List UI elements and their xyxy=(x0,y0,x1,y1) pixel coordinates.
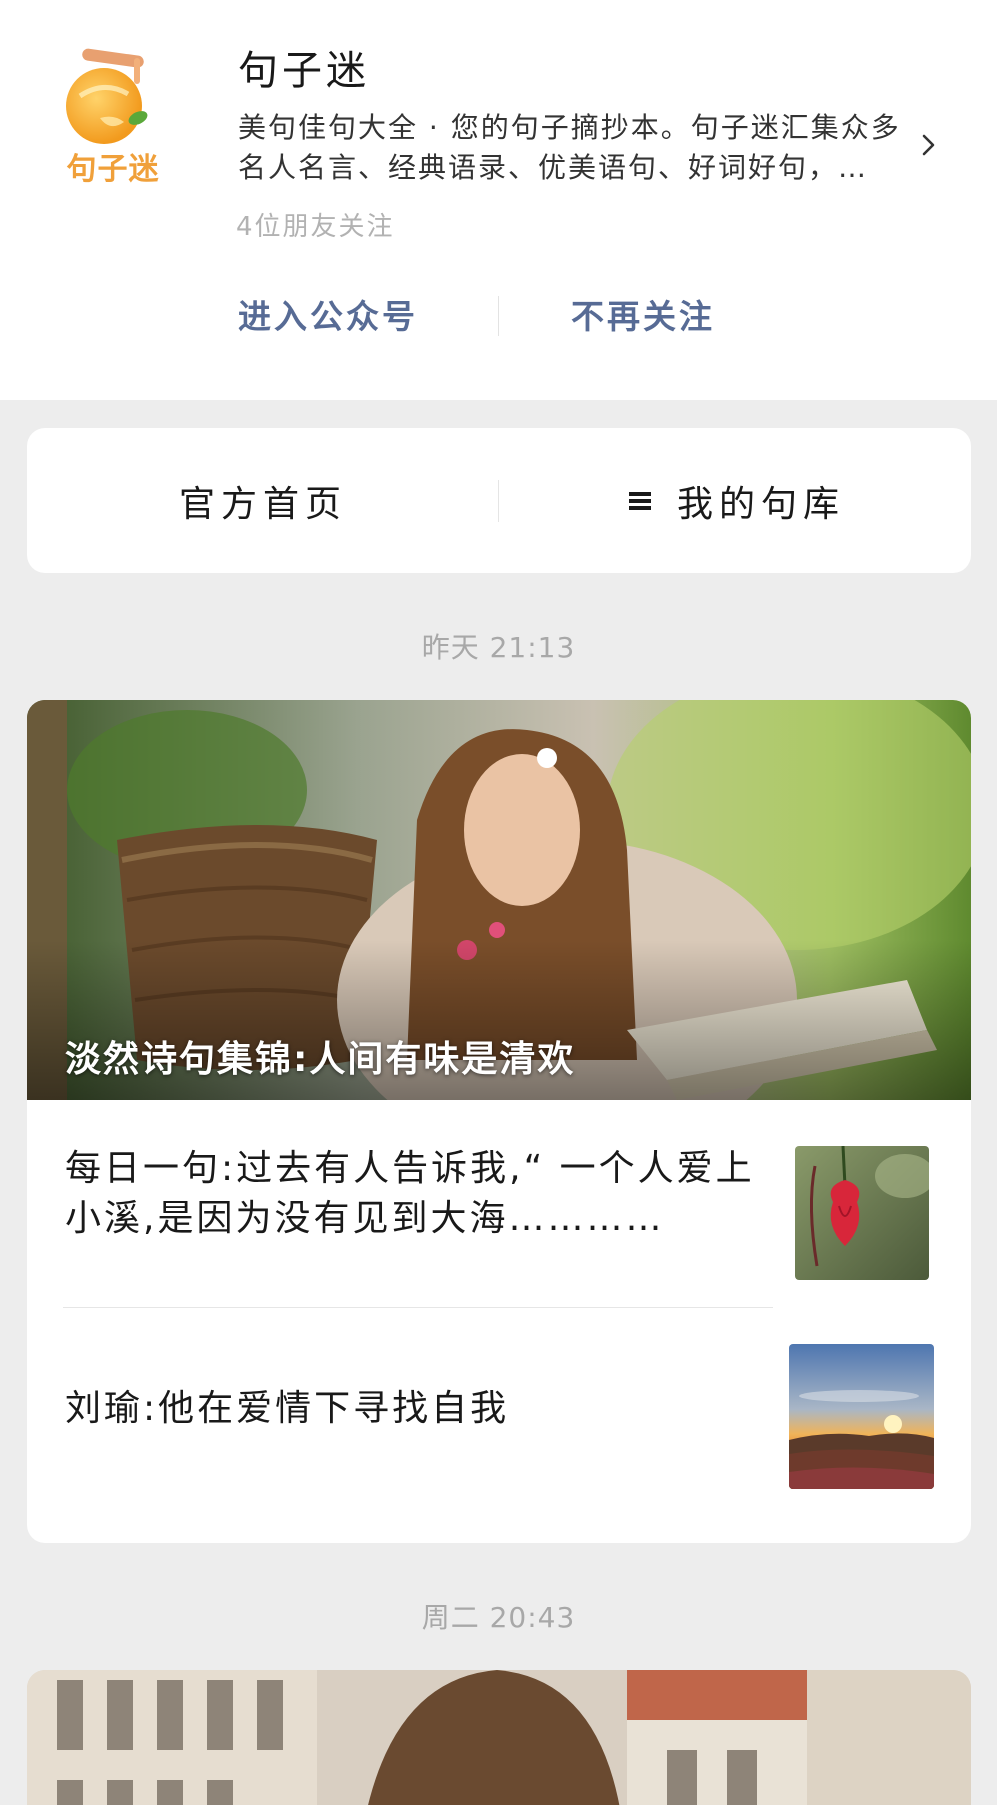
unfollow-button[interactable]: 不再关注 xyxy=(571,290,715,338)
menu-item-library-label: 我的句库 xyxy=(676,483,845,525)
article-item[interactable]: 每日一句:过去有人告诉我,“ 一个人爱上小溪,是因为没有见到大海………… xyxy=(27,1100,971,1308)
logo-label: 句子迷 xyxy=(66,152,160,187)
account-header: 句子迷 句子迷 美句佳句大全 · 您的句子摘抄本。句子迷汇集众多名人名言、经典语… xyxy=(0,0,997,400)
article-cover[interactable]: 淡然诗句集锦:人间有味是清欢 xyxy=(27,700,971,1100)
hamburger-icon xyxy=(625,488,655,514)
article-item-title: 每日一句:过去有人告诉我,“ 一个人爱上小溪,是因为没有见到大海………… xyxy=(65,1148,755,1239)
enter-account-button[interactable]: 进入公众号 xyxy=(238,290,418,338)
followers-count: 4位朋友关注 xyxy=(236,212,395,242)
menu-item-library[interactable]: 我的句库 xyxy=(499,428,971,573)
article-item-title: 刘瑜:他在爱情下寻找自我 xyxy=(65,1388,510,1429)
account-description[interactable]: 美句佳句大全 · 您的句子摘抄本。句子迷汇集众多名人名言、经典语录、优美语句、好… xyxy=(238,108,910,188)
account-logo[interactable]: 句子迷 xyxy=(52,44,172,187)
cover-title: 淡然诗句集锦:人间有味是清欢 xyxy=(65,1039,576,1080)
message-timestamp: 昨天 21:13 xyxy=(421,631,576,664)
account-menu: 官方首页 我的句库 xyxy=(27,428,971,573)
account-name[interactable]: 句子迷 xyxy=(238,38,370,96)
sunset-thumbnail xyxy=(789,1344,934,1489)
honey-jar-icon xyxy=(66,48,148,144)
flower-thumbnail xyxy=(795,1146,929,1280)
header-divider xyxy=(498,296,499,336)
chevron-right-icon[interactable] xyxy=(918,134,940,156)
message-timestamp: 周二 20:43 xyxy=(421,1601,576,1634)
menu-item-home-label: 官方首页 xyxy=(178,483,347,525)
article-thumbnail xyxy=(789,1344,934,1489)
article-item[interactable]: 刘瑜:他在爱情下寻找自我 xyxy=(27,1308,971,1543)
menu-item-home[interactable]: 官方首页 xyxy=(27,428,499,573)
article-card: 淡然诗句集锦:人间有味是清欢 每日一句:过去有人告诉我,“ 一个人爱上小溪,是因… xyxy=(27,700,971,1543)
article-card[interactable] xyxy=(27,1670,971,1805)
cover-photo xyxy=(27,1670,971,1805)
article-thumbnail xyxy=(795,1146,929,1280)
